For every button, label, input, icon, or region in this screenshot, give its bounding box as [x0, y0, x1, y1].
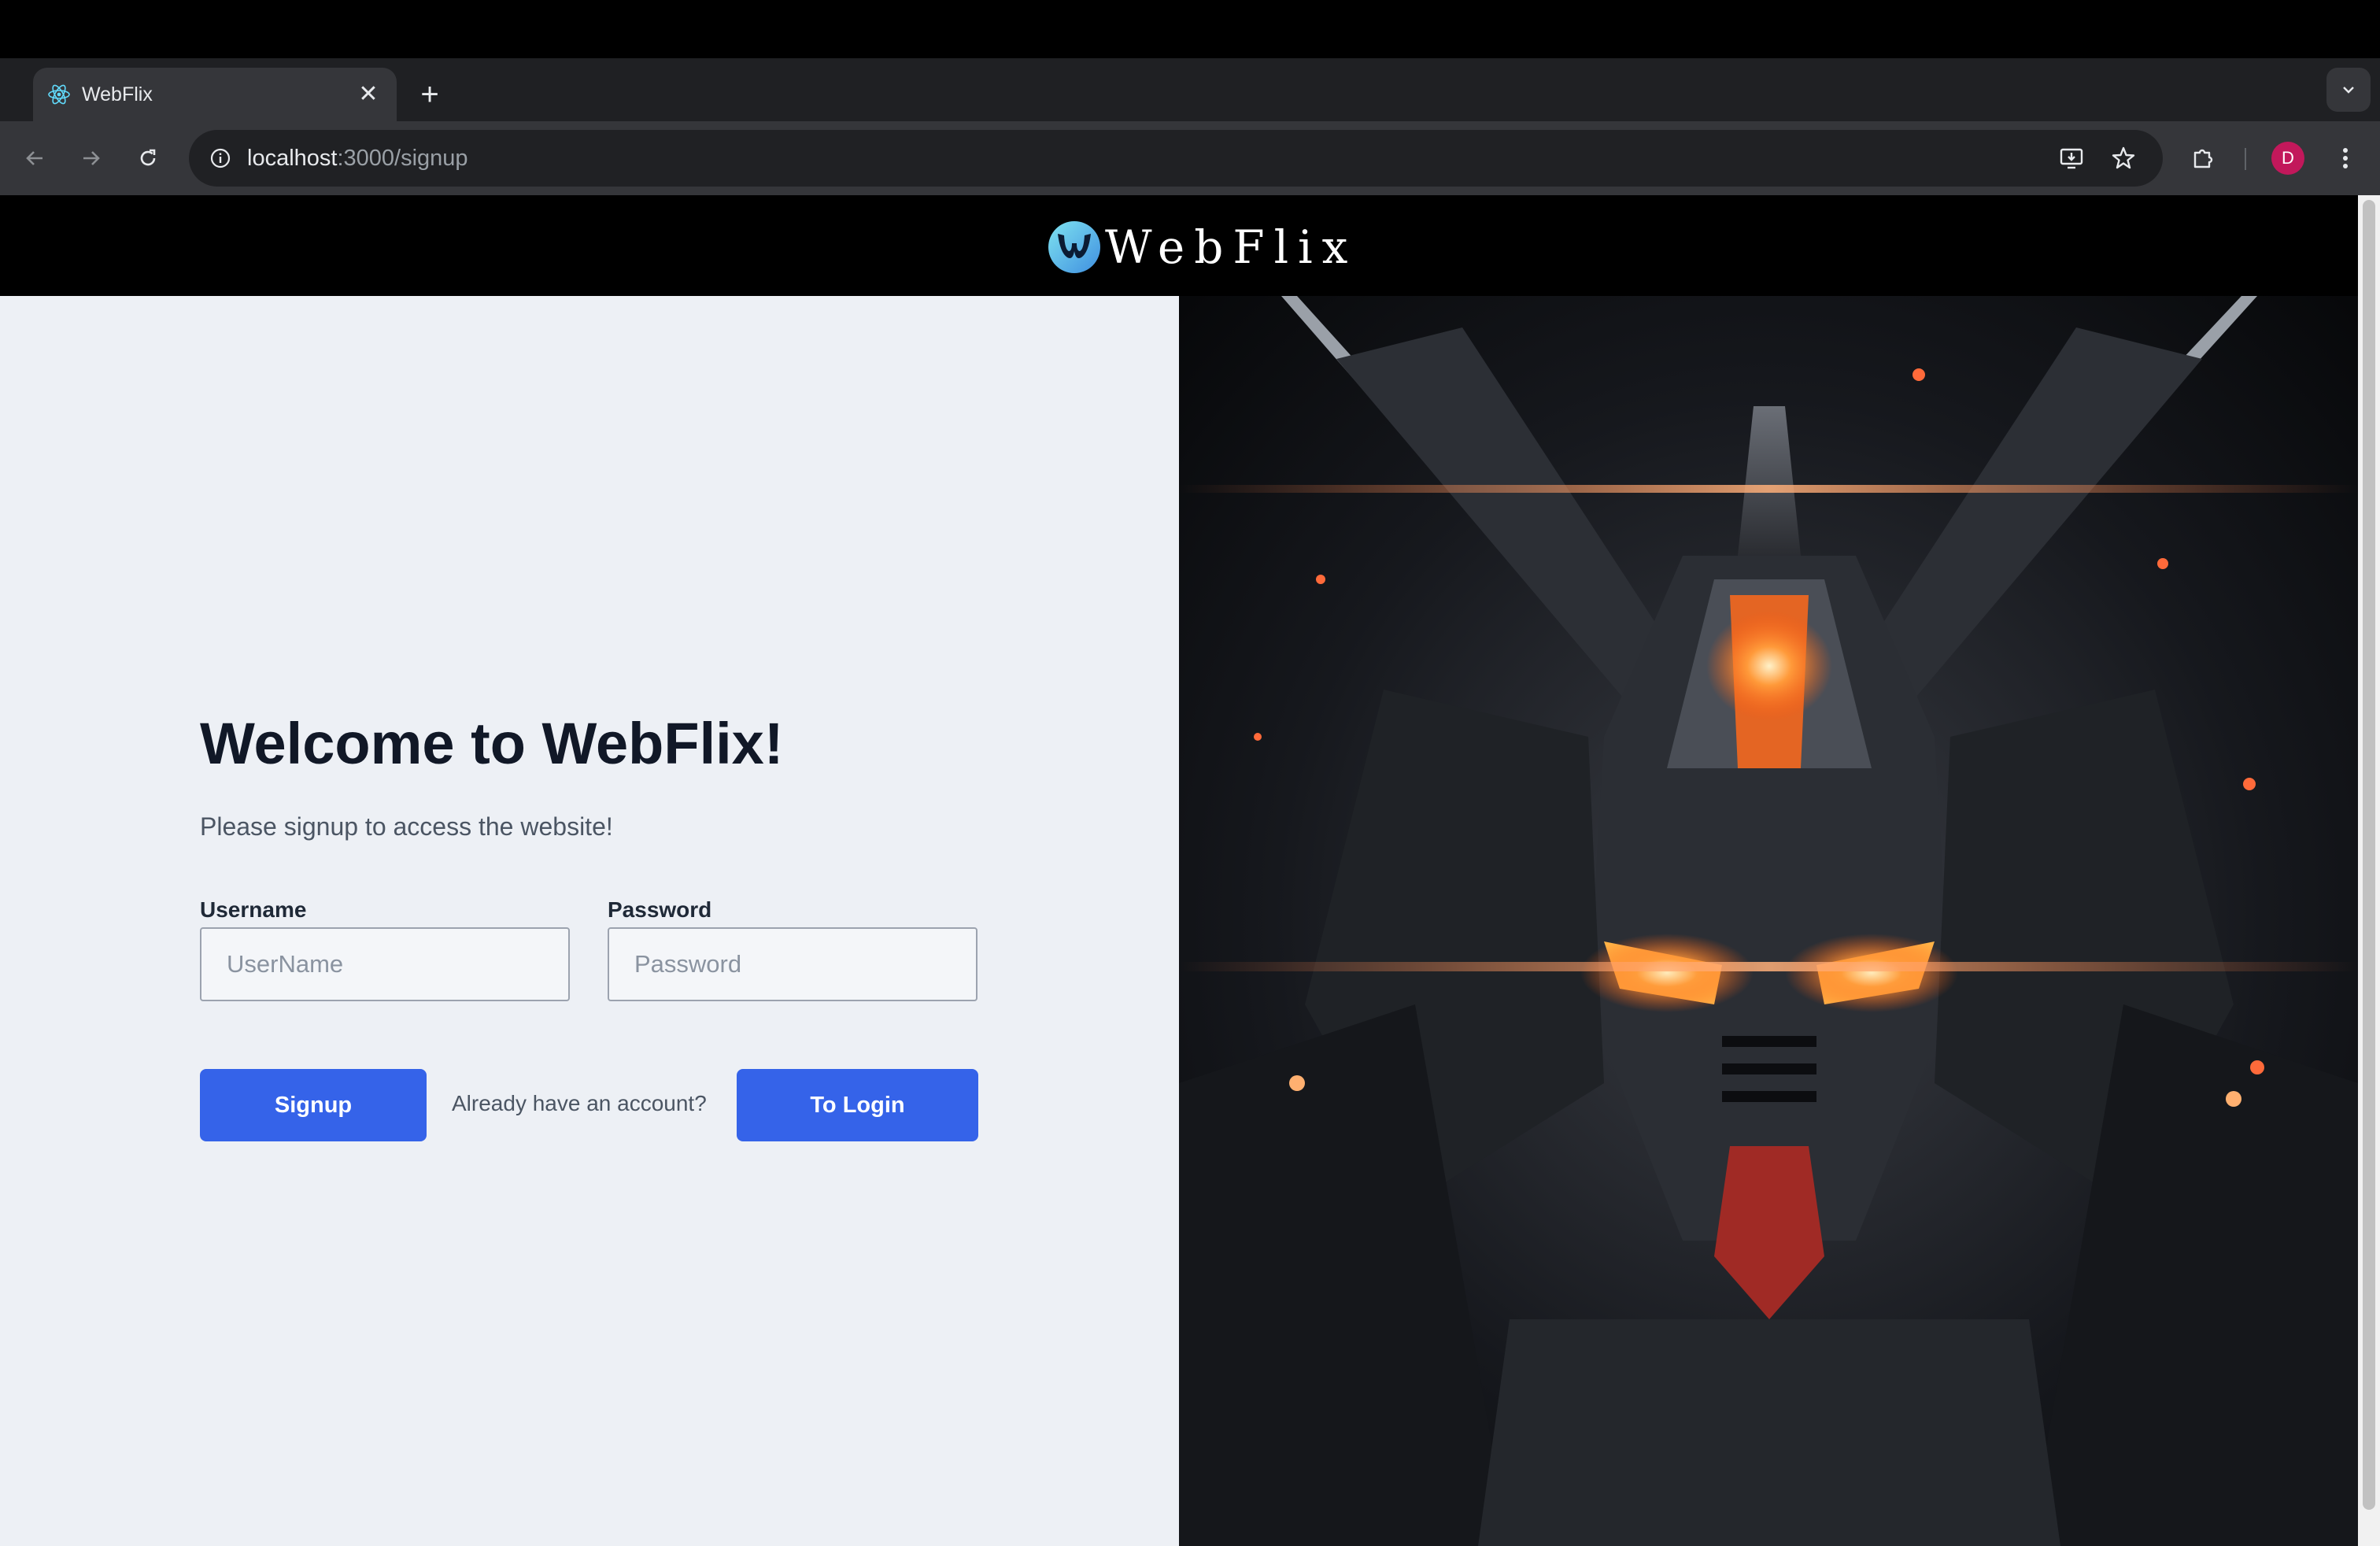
- profile-avatar[interactable]: D: [2271, 142, 2304, 175]
- logo-text: WebFlix: [1105, 220, 1358, 274]
- react-favicon: [47, 83, 71, 106]
- address-bar[interactable]: localhost:3000/signup: [189, 130, 2163, 187]
- to-login-button[interactable]: To Login: [737, 1069, 978, 1141]
- reload-icon[interactable]: [129, 139, 167, 177]
- tab-strip: WebFlix ✕ +: [0, 58, 2380, 121]
- signup-panel: Welcome to WebFlix! Please signup to acc…: [0, 296, 1179, 1546]
- mecha-robot-image: [1179, 296, 2358, 1546]
- page-subtitle: Please signup to access the website!: [200, 812, 613, 841]
- signup-button[interactable]: Signup: [200, 1069, 427, 1141]
- plus-icon[interactable]: +: [412, 77, 447, 112]
- webflix-logo-icon: [1048, 221, 1100, 273]
- window-titlebar: [0, 0, 2380, 58]
- tab-webflix[interactable]: WebFlix ✕: [33, 68, 397, 121]
- install-app-icon[interactable]: [2056, 142, 2087, 174]
- bookmark-star-icon[interactable]: [2108, 142, 2139, 174]
- back-arrow-icon[interactable]: [16, 139, 54, 177]
- chevron-down-icon[interactable]: [2326, 68, 2371, 112]
- site-info-icon[interactable]: [205, 142, 236, 174]
- account-hint: Already have an account?: [452, 1091, 707, 1115]
- password-input[interactable]: [608, 927, 978, 1001]
- username-label: Username: [200, 897, 307, 922]
- forward-arrow-icon[interactable]: [72, 139, 110, 177]
- tab-title: WebFlix: [82, 83, 153, 105]
- site-logo[interactable]: WebFlix: [1047, 219, 1357, 276]
- page-title: Welcome to WebFlix!: [200, 711, 784, 776]
- more-vert-icon[interactable]: [2326, 139, 2364, 177]
- scrollbar-thumb[interactable]: [2363, 200, 2375, 1510]
- browser-toolbar: localhost:3000/signup D: [0, 121, 2380, 195]
- page-viewport: WebFlix Welcome to WebFlix! Please signu…: [0, 195, 2358, 1546]
- close-icon[interactable]: ✕: [354, 80, 382, 109]
- url-text: localhost:3000/signup: [247, 146, 468, 171]
- extensions-icon[interactable]: [2185, 139, 2223, 177]
- page-scrollbar[interactable]: [2358, 195, 2380, 1546]
- toolbar-divider: [2245, 148, 2246, 170]
- site-header: WebFlix: [0, 195, 2358, 296]
- username-input[interactable]: [200, 927, 570, 1001]
- password-label: Password: [608, 897, 712, 922]
